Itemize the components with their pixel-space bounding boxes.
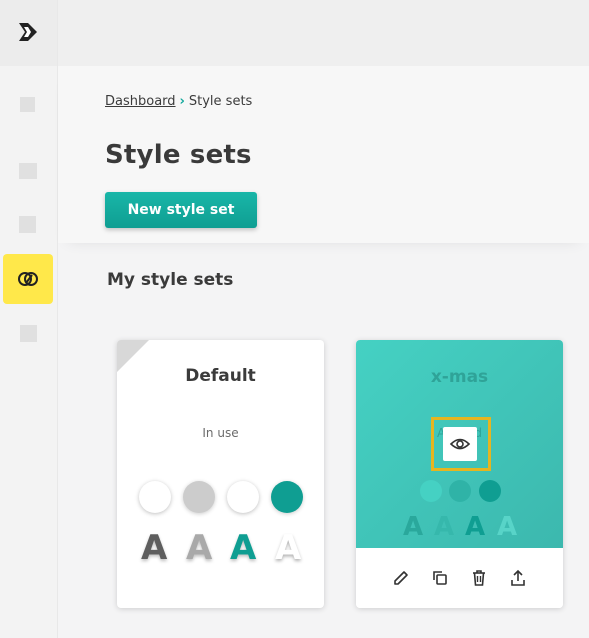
- font-sample: A: [141, 528, 168, 568]
- export-icon[interactable]: [508, 568, 528, 588]
- logo-icon[interactable]: [19, 23, 37, 41]
- card-title: Default: [185, 366, 256, 386]
- color-swatch: [449, 480, 471, 502]
- color-swatch: [479, 480, 501, 502]
- font-sample: A: [186, 528, 213, 568]
- color-swatch: [139, 481, 171, 513]
- nav-item-1-icon[interactable]: [20, 97, 35, 112]
- section-title: My style sets: [107, 270, 234, 290]
- color-swatch: [420, 480, 442, 502]
- card-title: x-mas: [430, 367, 489, 387]
- font-sample: A: [434, 512, 455, 542]
- font-sample: A: [275, 528, 302, 568]
- font-sample: A: [403, 512, 424, 542]
- color-swatch: [271, 481, 303, 513]
- card-status: In use: [202, 426, 239, 440]
- font-sample: A: [230, 528, 257, 568]
- focus-highlight: [431, 417, 491, 471]
- breadcrumb-current: Style sets: [188, 94, 253, 109]
- edit-icon[interactable]: [391, 568, 411, 588]
- logo-area: [0, 0, 57, 66]
- nav-item-2-icon[interactable]: [19, 163, 37, 179]
- nav-item-3-icon[interactable]: [19, 216, 36, 233]
- style-sets-icon: [18, 272, 38, 286]
- page-title: Style sets: [105, 140, 252, 170]
- breadcrumb-dashboard-link[interactable]: Dashboard: [105, 94, 176, 109]
- card-actions: [356, 548, 563, 608]
- chevron-right-icon: ›: [179, 94, 185, 109]
- top-bar: [58, 0, 589, 66]
- breadcrumb: Dashboard › Style sets: [105, 94, 252, 109]
- duplicate-icon[interactable]: [430, 568, 450, 588]
- sidebar: [0, 0, 58, 638]
- font-sample: A: [465, 512, 486, 542]
- delete-icon[interactable]: [469, 568, 489, 588]
- color-swatch: [183, 481, 215, 513]
- nav-item-5-icon[interactable]: [20, 325, 37, 342]
- new-style-set-button[interactable]: New style set: [105, 192, 257, 228]
- nav-item-style-sets[interactable]: [3, 254, 53, 304]
- color-swatch: [227, 481, 259, 513]
- font-sample: A: [497, 512, 518, 542]
